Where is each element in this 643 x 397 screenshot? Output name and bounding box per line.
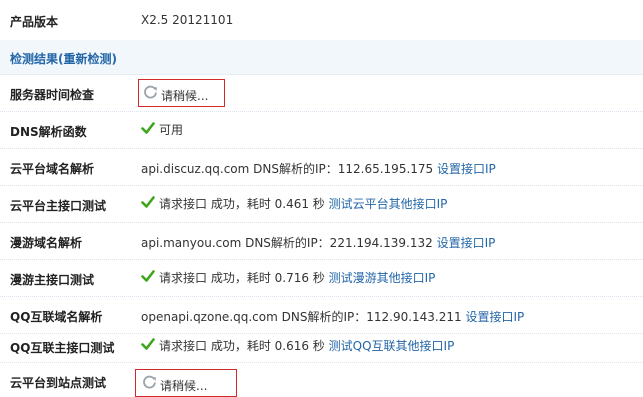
product-version-label: 产品版本 <box>10 15 59 29</box>
cloud-domain-set-ip-link[interactable]: 设置接口IP <box>437 162 496 176</box>
dns-function-status: 可用 <box>159 123 184 137</box>
qq-main-api-label: QQ互联主接口测试 <box>10 341 115 355</box>
cloud-to-site-label: 云平台到站点测试 <box>10 376 107 390</box>
server-time-check-label: 服务器时间检查 <box>10 88 95 102</box>
server-time-pending-box: 请稍候... <box>138 79 225 107</box>
cloud-test-other-ip-link[interactable]: 测试云平台其他接口IP <box>329 197 448 211</box>
row-product-version: 产品版本 X2.5 20121101 <box>0 0 643 41</box>
row-dns-function: DNS解析函数 可用 <box>0 112 643 149</box>
row-qq-main-api: QQ互联主接口测试 请求接口 成功，耗时 0.616 秒 测试QQ互联其他接口I… <box>0 334 643 363</box>
diagnostic-panel: 产品版本 X2.5 20121101 检测结果(重新检测) 服务器时间检查 请稍… <box>0 0 643 397</box>
cloud-domain-value: api.discuz.qq.com DNS解析的IP：112.65.195.17… <box>141 160 496 177</box>
manyou-test-other-ip-link[interactable]: 测试漫游其他接口IP <box>329 271 436 285</box>
manyou-main-api-value: 请求接口 成功，耗时 0.716 秒 测试漫游其他接口IP <box>141 269 435 286</box>
row-cloud-main-api: 云平台主接口测试 请求接口 成功，耗时 0.461 秒 测试云平台其他接口IP <box>0 186 643 223</box>
manyou-main-api-label: 漫游主接口测试 <box>10 273 95 287</box>
row-manyou-domain: 漫游域名解析 api.manyou.com DNS解析的IP：221.194.1… <box>0 223 643 260</box>
manyou-domain-label: 漫游域名解析 <box>10 236 83 250</box>
section-title[interactable]: 检测结果(重新检测) <box>10 50 117 67</box>
row-manyou-main-api: 漫游主接口测试 请求接口 成功，耗时 0.716 秒 测试漫游其他接口IP <box>0 260 643 297</box>
check-icon <box>141 269 155 286</box>
row-qq-domain: QQ互联域名解析 openapi.qzone.qq.com DNS解析的IP：1… <box>0 297 643 334</box>
manyou-domain-value: api.manyou.com DNS解析的IP：221.194.139.132 … <box>141 234 495 251</box>
qq-main-api-text: 请求接口 成功，耗时 0.616 秒 <box>159 339 325 353</box>
cloud-main-api-text: 请求接口 成功，耗时 0.461 秒 <box>159 197 325 211</box>
check-icon <box>141 121 155 138</box>
dns-function-value: 可用 <box>141 121 183 138</box>
check-icon <box>141 337 155 354</box>
qq-domain-set-ip-link[interactable]: 设置接口IP <box>465 310 524 324</box>
manyou-domain-set-ip-link[interactable]: 设置接口IP <box>437 236 496 250</box>
refresh-spinner-icon <box>142 375 157 393</box>
cloud-to-site-status: 请稍候... <box>160 379 208 393</box>
server-time-status: 请稍候... <box>161 89 209 103</box>
qq-test-other-ip-link[interactable]: 测试QQ互联其他接口IP <box>329 339 455 353</box>
check-icon <box>141 195 155 212</box>
cloud-domain-text: api.discuz.qq.com DNS解析的IP：112.65.195.17… <box>141 162 434 176</box>
manyou-main-api-text: 请求接口 成功，耗时 0.716 秒 <box>159 271 325 285</box>
cloud-main-api-value: 请求接口 成功，耗时 0.461 秒 测试云平台其他接口IP <box>141 195 447 212</box>
qq-domain-text: openapi.qzone.qq.com DNS解析的IP：112.90.143… <box>141 310 462 324</box>
qq-main-api-value: 请求接口 成功，耗时 0.616 秒 测试QQ互联其他接口IP <box>141 337 454 354</box>
refresh-spinner-icon <box>143 85 158 103</box>
row-cloud-domain: 云平台域名解析 api.discuz.qq.com DNS解析的IP：112.6… <box>0 149 643 186</box>
qq-domain-label: QQ互联域名解析 <box>10 310 103 324</box>
cloud-to-site-pending-box: 请稍候... <box>135 369 237 397</box>
section-header: 检测结果(重新检测) <box>0 40 643 75</box>
row-server-time-check: 服务器时间检查 请稍候... <box>0 75 643 112</box>
cloud-main-api-label: 云平台主接口测试 <box>10 199 107 213</box>
cloud-domain-label: 云平台域名解析 <box>10 162 95 176</box>
dns-function-label: DNS解析函数 <box>10 125 87 139</box>
row-cloud-to-site: 云平台到站点测试 请稍候... <box>0 363 643 397</box>
product-version-value: X2.5 20121101 <box>141 13 234 27</box>
manyou-domain-text: api.manyou.com DNS解析的IP：221.194.139.132 <box>141 236 433 250</box>
qq-domain-value: openapi.qzone.qq.com DNS解析的IP：112.90.143… <box>141 308 524 325</box>
